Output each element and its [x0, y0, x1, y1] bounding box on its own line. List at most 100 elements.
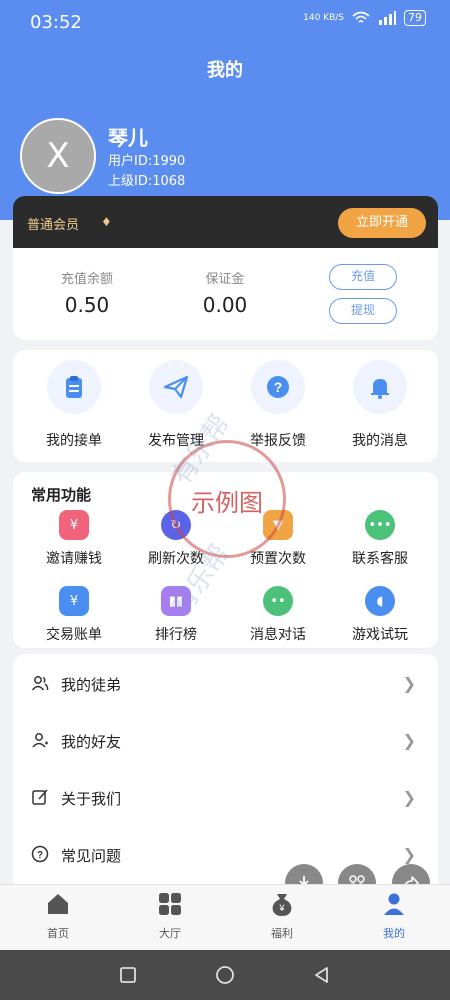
tab-label: 福利: [271, 927, 293, 940]
diamond-icon: ♦: [101, 215, 112, 229]
menu-item-apprentices[interactable]: 我的徒弟 ❯: [13, 656, 438, 713]
balance-card: 充值余额 0.50 保证金 0.00 充值 提现: [13, 248, 438, 340]
action-icon-wrap: ?: [251, 360, 305, 414]
edit-icon: [32, 789, 48, 805]
chevron-right-icon: ❯: [402, 788, 416, 807]
func-ranking[interactable]: ▮▮ 排行榜: [123, 586, 229, 644]
common-functions-title: 常用功能: [31, 486, 92, 504]
membership-bar: 普通会员 ♦ 立即开通: [13, 196, 438, 248]
wechat-icon: ••: [263, 586, 293, 616]
system-navigation-bar: [0, 950, 450, 1000]
action-icon-wrap: [47, 360, 101, 414]
func-preset-count[interactable]: ▼ 预置次数: [225, 510, 331, 568]
tab-label: 大厅: [159, 927, 181, 940]
chevron-right-icon: ❯: [402, 845, 416, 864]
tab-mine[interactable]: 我的: [338, 891, 450, 941]
recharge-button[interactable]: 充值: [329, 264, 397, 290]
page-title: 我的: [207, 60, 243, 81]
gamepad-icon: ◖: [365, 586, 395, 616]
battery-indicator: 79: [404, 10, 426, 26]
user-id: 用户ID:1990: [108, 154, 186, 169]
action-icon-wrap: [149, 360, 203, 414]
parent-id: 上级ID:1068: [108, 174, 186, 189]
common-functions-card: 常用功能 ¥ 邀请赚钱 ↻ 刷新次数 ▼ 预置次数 ••• 联系客服 ¥ 交易账…: [13, 472, 438, 648]
func-label: 刷新次数: [148, 551, 204, 567]
users-icon: [31, 676, 49, 691]
money-bag-icon: ¥: [59, 510, 89, 540]
deposit-label: 保证金: [205, 272, 245, 287]
menu-item-about[interactable]: 关于我们 ❯: [13, 770, 438, 827]
back-icon[interactable]: [312, 965, 332, 985]
tab-label: 我的: [383, 927, 405, 940]
func-customer-service[interactable]: ••• 联系客服: [327, 510, 433, 568]
bill-icon: ¥: [59, 586, 89, 616]
welfare-icon: ¥: [272, 894, 292, 916]
wifi-icon: [352, 11, 370, 23]
func-refresh-count[interactable]: ↻ 刷新次数: [123, 510, 229, 568]
action-my-orders[interactable]: 我的接单: [21, 360, 127, 450]
deposit: 保证金 0.00: [165, 268, 285, 317]
ranking-icon: ▮▮: [161, 586, 191, 616]
tab-label: 首页: [47, 927, 69, 940]
func-invite-earn[interactable]: ¥ 邀请赚钱: [21, 510, 127, 568]
func-label: 交易账单: [46, 627, 102, 643]
quick-actions-card: 我的接单 发布管理 ? 举报反馈 我的消息: [13, 350, 438, 462]
open-membership-button[interactable]: 立即开通: [338, 208, 426, 238]
chevron-right-icon: ❯: [402, 731, 416, 750]
avatar-letter: X: [46, 136, 70, 176]
action-label: 发布管理: [148, 433, 204, 449]
func-transaction-bill[interactable]: ¥ 交易账单: [21, 586, 127, 644]
pin-icon: ▼: [263, 510, 293, 540]
home-circle-icon[interactable]: [215, 965, 235, 985]
tab-home[interactable]: 首页: [2, 891, 114, 941]
func-label: 消息对话: [250, 627, 306, 643]
status-time: 03:52: [30, 12, 82, 33]
action-publish-manage[interactable]: 发布管理: [123, 360, 229, 450]
action-label: 举报反馈: [250, 433, 306, 449]
avatar[interactable]: X: [20, 118, 96, 194]
clipboard-icon: [66, 376, 82, 398]
bottom-tab-bar: 首页 大厅 ¥ 福利 我的: [0, 884, 450, 948]
recharge-balance-value: 0.50: [64, 293, 110, 317]
func-game-trial[interactable]: ◖ 游戏试玩: [327, 586, 433, 644]
net-speed: 140 KB/S: [303, 12, 344, 23]
tab-hall[interactable]: 大厅: [114, 891, 226, 941]
func-message-dialog[interactable]: •• 消息对话: [225, 586, 331, 644]
home-icon: [48, 894, 68, 914]
svg-text:¥: ¥: [278, 903, 285, 913]
svg-text:?: ?: [274, 379, 283, 395]
paper-plane-icon: [163, 375, 189, 399]
person-icon: [384, 893, 404, 915]
deposit-value: 0.00: [202, 293, 248, 317]
user-add-icon: [32, 733, 48, 748]
func-label: 游戏试玩: [352, 627, 408, 643]
func-label: 预置次数: [250, 551, 306, 567]
action-my-messages[interactable]: 我的消息: [327, 360, 433, 450]
tab-welfare[interactable]: ¥ 福利: [226, 891, 338, 941]
status-icons: 140 KB/S 79: [303, 10, 426, 26]
func-label: 排行榜: [155, 627, 197, 643]
action-label: 我的消息: [352, 433, 408, 449]
recharge-balance-label: 充值余额: [60, 272, 113, 287]
help-icon: ?: [31, 845, 49, 863]
menu-label: 关于我们: [61, 790, 122, 808]
menu-label: 我的徒弟: [61, 676, 122, 694]
status-bar: 03:52 140 KB/S 79: [0, 0, 450, 44]
func-label: 联系客服: [352, 551, 408, 567]
recents-icon[interactable]: [118, 965, 138, 985]
recharge-balance: 充值余额 0.50: [27, 268, 147, 317]
action-label: 我的接单: [46, 433, 102, 449]
grid-icon: [159, 893, 181, 915]
menu-label: 常见问题: [61, 847, 122, 865]
menu-item-friends[interactable]: 我的好友 ❯: [13, 713, 438, 770]
action-icon-wrap: [353, 360, 407, 414]
action-report-feedback[interactable]: ? 举报反馈: [225, 360, 331, 450]
menu-list: 我的徒弟 ❯ 我的好友 ❯ 关于我们 ❯ ? 常见问题 ❯: [13, 654, 438, 894]
bell-icon: [371, 379, 389, 399]
question-icon: ?: [267, 376, 289, 398]
chat-icon: •••: [365, 510, 395, 540]
refresh-icon: ↻: [161, 510, 191, 540]
withdraw-button[interactable]: 提现: [329, 298, 397, 324]
chevron-right-icon: ❯: [402, 674, 416, 693]
username: 琴儿: [108, 126, 148, 150]
